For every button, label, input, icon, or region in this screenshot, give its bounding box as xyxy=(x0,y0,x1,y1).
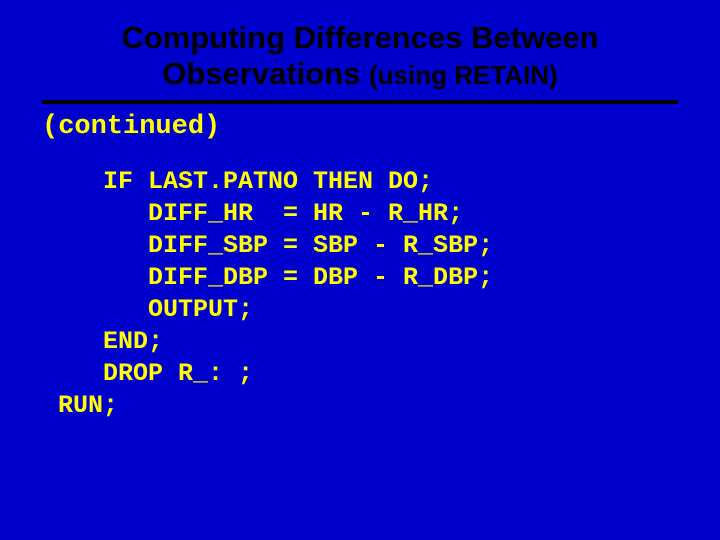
code-line-1: IF LAST.PATNO THEN DO; xyxy=(58,167,433,196)
code-line-6: END; xyxy=(58,327,163,356)
continued-label: (continued) xyxy=(42,112,220,142)
title-line-1: Computing Differences Between xyxy=(0,20,720,56)
code-line-5: OUTPUT; xyxy=(58,295,253,324)
slide: Computing Differences Between Observatio… xyxy=(0,0,720,540)
title-line-2-main: Observations xyxy=(162,56,369,91)
title-line-2: Observations (using RETAIN) xyxy=(0,56,720,92)
code-line-3: DIFF_SBP = SBP - R_SBP; xyxy=(58,231,493,260)
code-line-7: DROP R_: ; xyxy=(58,359,253,388)
code-line-2: DIFF_HR = HR - R_HR; xyxy=(58,199,463,228)
slide-title: Computing Differences Between Observatio… xyxy=(0,20,720,91)
code-block: IF LAST.PATNO THEN DO; DIFF_HR = HR - R_… xyxy=(58,166,493,422)
title-line-2-paren: (using RETAIN) xyxy=(369,60,558,90)
code-line-8: RUN; xyxy=(58,391,118,420)
code-line-4: DIFF_DBP = DBP - R_DBP; xyxy=(58,263,493,292)
title-underline xyxy=(42,100,678,104)
